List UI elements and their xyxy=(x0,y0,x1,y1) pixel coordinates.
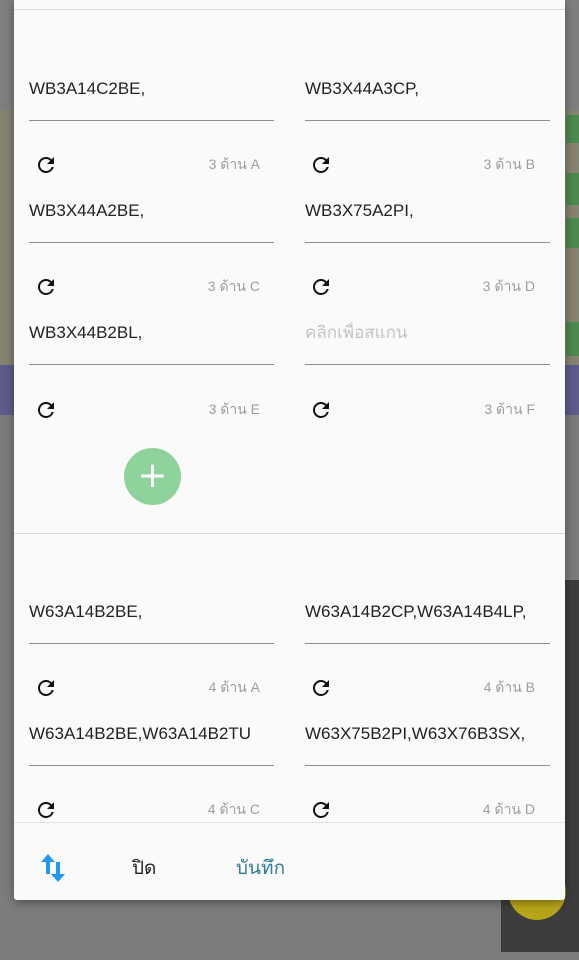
scan-dialog: WB3A14C2BE, WB3X44A3CP, 3 ด้าน A 3 ด้าน … xyxy=(14,0,565,900)
dialog-action-bar: ปิด บันทึก xyxy=(14,822,565,900)
scan-field-value[interactable]: W63X75B2PI,W63X76B3SX, xyxy=(305,723,550,745)
divider xyxy=(14,533,565,534)
side-label-3b: 3 ด้าน B xyxy=(483,156,535,172)
refresh-icon[interactable] xyxy=(34,275,58,299)
swap-vertical-icon[interactable] xyxy=(40,852,66,884)
side-label-3c: 3 ด้าน C xyxy=(207,278,260,294)
scan-field-value[interactable]: WB3X75A2PI, xyxy=(305,200,550,222)
save-button[interactable]: บันทึก xyxy=(236,853,285,883)
field-underline xyxy=(29,242,274,243)
side-label-3d: 3 ด้าน D xyxy=(482,278,535,294)
side-label-4b: 4 ด้าน B xyxy=(483,679,535,695)
refresh-icon[interactable] xyxy=(34,676,58,700)
field-underline xyxy=(29,120,274,121)
refresh-icon[interactable] xyxy=(34,153,58,177)
side-label-4a: 4 ด้าน A xyxy=(208,679,260,695)
refresh-icon[interactable] xyxy=(309,398,333,422)
side-label-3e: 3 ด้าน E xyxy=(208,401,260,417)
refresh-icon[interactable] xyxy=(309,153,333,177)
field-underline xyxy=(305,242,550,243)
refresh-icon[interactable] xyxy=(34,798,58,822)
field-underline xyxy=(305,364,550,365)
close-button[interactable]: ปิด xyxy=(132,853,156,883)
field-underline xyxy=(29,364,274,365)
side-label-3f: 3 ด้าน F xyxy=(484,401,535,417)
background-tag xyxy=(566,115,579,143)
field-underline xyxy=(305,120,550,121)
divider xyxy=(14,9,565,10)
scan-field-value[interactable]: W63A14B2BE, xyxy=(29,601,274,623)
scan-field-value[interactable]: WB3A14C2BE, xyxy=(29,78,274,100)
plus-icon: + xyxy=(137,455,168,496)
field-underline xyxy=(305,765,550,766)
field-underline xyxy=(305,643,550,644)
scan-field-value[interactable]: W63A14B2BE,W63A14B2TU xyxy=(29,723,274,745)
scan-field-value[interactable]: WB3X44B2BL, xyxy=(29,322,274,344)
background-tag xyxy=(566,218,579,248)
refresh-icon[interactable] xyxy=(309,275,333,299)
field-underline xyxy=(29,765,274,766)
scan-field-value[interactable]: WB3X44A3CP, xyxy=(305,78,550,100)
scan-field-placeholder[interactable]: คลิกเพื่อสแกน xyxy=(305,322,550,344)
field-underline xyxy=(29,643,274,644)
scan-field-value[interactable]: WB3X44A2BE, xyxy=(29,200,274,222)
background-tag xyxy=(566,322,579,356)
side-label-4c: 4 ด้าน C xyxy=(207,801,260,817)
background-tag xyxy=(566,173,579,205)
add-field-button[interactable]: + xyxy=(124,448,181,505)
scan-field-value[interactable]: W63A14B2CP,W63A14B4LP, xyxy=(305,601,550,623)
side-label-4d: 4 ด้าน D xyxy=(482,801,535,817)
side-label-3a: 3 ด้าน A xyxy=(208,156,260,172)
refresh-icon[interactable] xyxy=(309,798,333,822)
refresh-icon[interactable] xyxy=(34,398,58,422)
refresh-icon[interactable] xyxy=(309,676,333,700)
